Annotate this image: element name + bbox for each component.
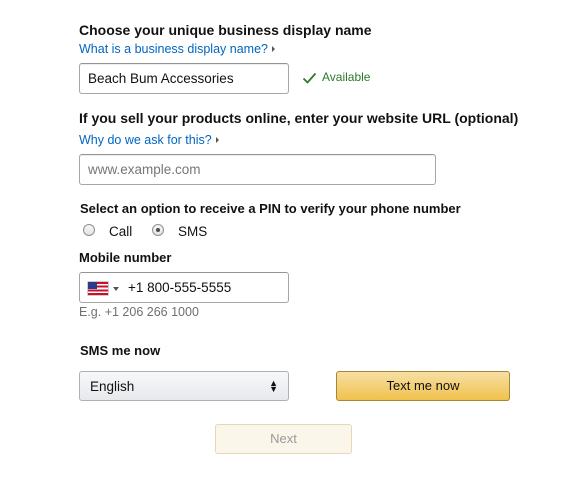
chevron-down-icon[interactable] xyxy=(113,287,119,291)
language-select-value: English xyxy=(90,379,135,394)
call-radio-label[interactable]: Call xyxy=(109,224,132,239)
select-arrows-icon: ▲ ▼ xyxy=(269,378,278,394)
pin-heading: Select an option to receive a PIN to ver… xyxy=(80,201,461,216)
display-name-help-link-label: What is a business display name? xyxy=(79,42,268,56)
next-button[interactable]: Next xyxy=(215,424,352,454)
sms-radio-label[interactable]: SMS xyxy=(178,224,207,239)
mobile-heading: Mobile number xyxy=(79,250,172,265)
language-select[interactable]: English ▲ ▼ xyxy=(79,371,289,401)
caret-right-icon xyxy=(271,46,275,52)
display-name-help-link[interactable]: What is a business display name? xyxy=(79,42,275,56)
website-help-link[interactable]: Why do we ask for this? xyxy=(79,133,219,147)
call-radio[interactable] xyxy=(83,224,95,236)
sms-heading: SMS me now xyxy=(80,343,161,358)
mobile-number-field[interactable]: +1 800-555-5555 xyxy=(79,272,289,303)
display-name-input[interactable] xyxy=(79,63,289,94)
website-url-input[interactable] xyxy=(79,154,436,185)
caret-right-icon xyxy=(215,137,219,143)
website-heading: If you sell your products online, enter … xyxy=(79,110,519,126)
availability-status: Available xyxy=(322,70,371,84)
us-flag-icon[interactable] xyxy=(88,282,108,295)
website-help-link-label: Why do we ask for this? xyxy=(79,133,212,147)
check-icon xyxy=(302,72,317,84)
sms-radio[interactable] xyxy=(152,224,164,236)
display-name-heading: Choose your unique business display name xyxy=(79,22,372,38)
mobile-number-hint: E.g. +1 206 266 1000 xyxy=(79,305,199,319)
mobile-number-value[interactable]: +1 800-555-5555 xyxy=(128,280,231,295)
text-me-now-button[interactable]: Text me now xyxy=(336,371,510,401)
